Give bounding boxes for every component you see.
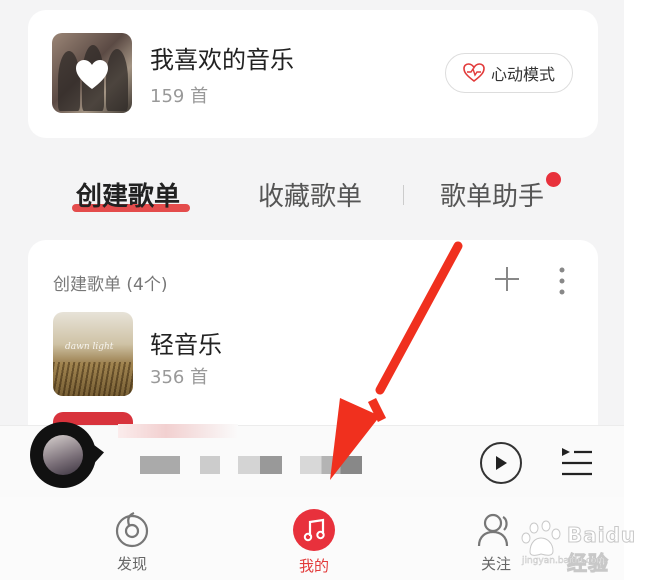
favorite-title: 我喜欢的音乐 [150, 46, 294, 74]
discover-icon [115, 511, 149, 548]
song-title-blurred [300, 456, 362, 474]
add-icon[interactable] [494, 266, 520, 292]
mini-player-bar[interactable] [0, 422, 624, 497]
song-title-blurred [200, 456, 220, 474]
playlist-count: 356 首 [150, 367, 209, 388]
tab-collected-playlists[interactable]: 收藏歌单 [258, 176, 362, 213]
nav-mine-label: 我的 [298, 557, 329, 575]
favorite-cover-image [52, 33, 132, 113]
tab-created-label: 创建歌单 [76, 182, 181, 212]
tab-collected-label: 收藏歌单 [258, 182, 363, 212]
song-title-blurred [238, 456, 282, 474]
disc-needle [90, 442, 104, 468]
tab-assistant-label: 歌单助手 [440, 182, 545, 212]
music-note-icon [303, 518, 325, 542]
tab-playlist-assistant[interactable]: 歌单助手 [440, 176, 544, 213]
watermark-text: Baidu经验 [567, 523, 637, 576]
nav-mine[interactable]: 我的 [274, 509, 354, 576]
heart-mode-label: 心动模式 [490, 65, 555, 84]
nav-discover-label: 发现 [116, 555, 147, 573]
song-title-blurred [118, 424, 238, 438]
bottom-navigation: 发现 我的 关注 [0, 497, 652, 580]
notification-dot [546, 172, 561, 187]
playlists-header: 创建歌单 (4个) [53, 275, 168, 295]
album-disc[interactable] [30, 422, 96, 488]
more-vertical-icon[interactable] [558, 266, 566, 296]
tab-divider [403, 185, 404, 205]
watermark-url: jingyan.baidu.com [522, 556, 606, 567]
tab-created-playlists[interactable]: 创建歌单 [76, 176, 180, 213]
song-title-blurred [140, 456, 180, 474]
play-button[interactable] [480, 442, 522, 484]
playlist-cover-image: dawn light [53, 312, 133, 396]
favorite-music-card[interactable]: 我喜欢的音乐 159 首 心动模式 [28, 10, 598, 138]
right-edge-strip [624, 0, 652, 580]
nav-mine-badge [293, 509, 335, 551]
heartbeat-icon [463, 63, 485, 83]
playlist-title: 轻音乐 [150, 331, 222, 359]
favorite-count: 159 首 [150, 86, 209, 107]
play-icon [496, 456, 507, 470]
heart-icon [76, 60, 108, 89]
heart-mode-button[interactable]: 心动模式 [445, 53, 573, 93]
follow-icon [477, 513, 509, 547]
playlist-queue-icon[interactable] [560, 446, 594, 478]
nav-discover[interactable]: 发现 [92, 509, 172, 574]
